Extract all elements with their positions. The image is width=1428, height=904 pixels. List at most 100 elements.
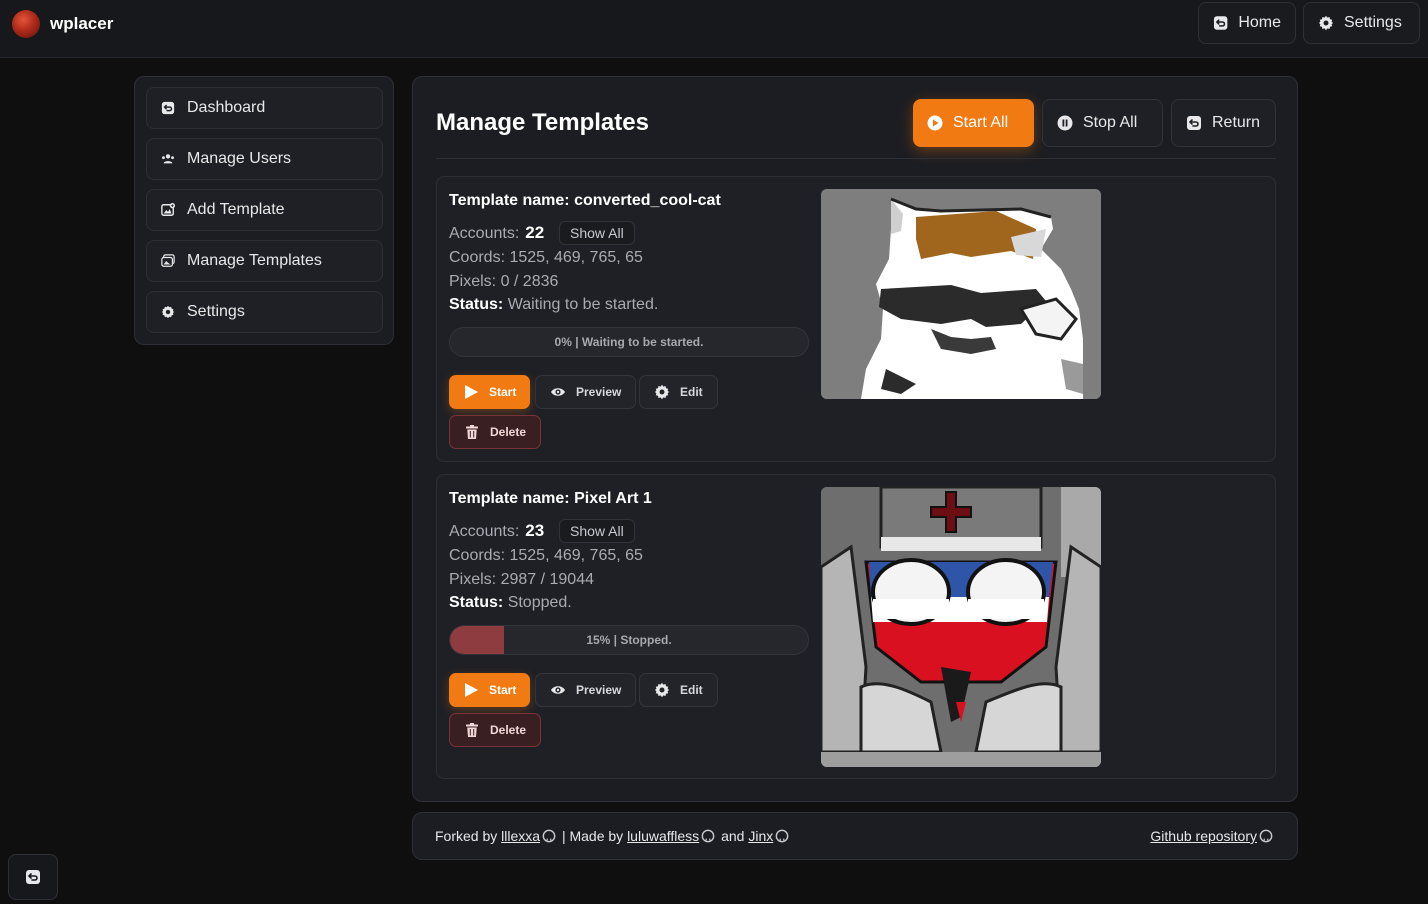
pixels-text: Pixels: 0 / 2836 xyxy=(449,273,559,290)
status-label: Status: xyxy=(449,594,504,611)
start-button[interactable]: Start xyxy=(449,673,531,707)
author1-link[interactable]: luluwaffless xyxy=(627,828,699,844)
start-label: Start xyxy=(489,683,517,697)
preview-button[interactable]: Preview xyxy=(535,375,637,409)
github-repo-link[interactable]: Github repository xyxy=(1150,828,1257,844)
gear-icon xyxy=(161,305,175,319)
delete-button[interactable]: Delete xyxy=(449,713,542,747)
main-panel: Manage Templates Start All Stop All Retu… xyxy=(412,76,1298,802)
sidebar-item-label: Add Template xyxy=(187,201,285,218)
template-name: Template name: converted_cool-cat xyxy=(449,192,721,209)
status-value: Waiting to be started. xyxy=(507,296,659,313)
play-icon xyxy=(465,385,478,399)
sidebar: Dashboard Manage Users Add Template Mana… xyxy=(134,76,394,345)
sidebar-item-label: Manage Templates xyxy=(187,252,322,269)
eye-icon xyxy=(551,388,565,396)
gear-icon xyxy=(654,682,670,698)
brand-name: wplacer xyxy=(50,14,114,33)
delete-button[interactable]: Delete xyxy=(449,415,542,449)
accounts-line: Accounts: 22 xyxy=(449,223,544,243)
credits: Forked by lllexxa | Made by luluwaffless… xyxy=(435,828,791,844)
status-value: Stopped. xyxy=(507,594,572,611)
cool-cat-image xyxy=(821,189,1101,399)
pause-circle-icon xyxy=(1057,115,1073,131)
trash-icon xyxy=(466,425,478,439)
users-icon xyxy=(162,154,174,164)
stop-all-label: Stop All xyxy=(1083,114,1138,131)
footer: Forked by lllexxa | Made by luluwaffless… xyxy=(412,812,1298,860)
start-all-label: Start All xyxy=(953,114,1009,131)
play-circle-icon xyxy=(927,115,943,131)
show-all-button[interactable]: Show All xyxy=(559,221,635,245)
preview-button[interactable]: Preview xyxy=(535,673,637,707)
preview-label: Preview xyxy=(576,385,622,399)
corner-return-button[interactable] xyxy=(8,854,58,900)
github-icon xyxy=(1259,829,1273,843)
coords-text: Coords: 1525, 469, 765, 65 xyxy=(449,249,643,266)
sidebar-item-settings[interactable]: Settings xyxy=(146,291,383,333)
delete-label: Delete xyxy=(490,723,527,737)
home-label: Home xyxy=(1238,14,1281,31)
status-line: Status: Waiting to be started. xyxy=(449,296,658,314)
edit-label: Edit xyxy=(680,683,703,697)
author2-link[interactable]: Jinx xyxy=(748,828,773,844)
dashboard-icon xyxy=(161,101,175,115)
github-icon xyxy=(775,829,789,843)
header-divider xyxy=(436,158,1276,159)
repo-link-wrap: Github repository xyxy=(1150,828,1275,844)
images-icon xyxy=(161,254,175,267)
and-text: and xyxy=(721,828,745,844)
logo-icon xyxy=(12,10,40,38)
accounts-count: 23 xyxy=(525,521,545,540)
sidebar-item-label: Settings xyxy=(187,303,245,320)
edit-button[interactable]: Edit xyxy=(639,673,718,707)
preview-label: Preview xyxy=(576,683,622,697)
accounts-label: Accounts: xyxy=(449,225,520,242)
home-button[interactable]: Home xyxy=(1198,2,1296,44)
top-bar: wplacer Home Settings xyxy=(0,0,1428,58)
progress-bar: 0% | Waiting to be started. xyxy=(449,327,809,357)
template-name: Template name: Pixel Art 1 xyxy=(449,490,652,507)
template-preview-image xyxy=(821,189,1101,399)
settings-label: Settings xyxy=(1344,14,1402,31)
coords-text: Coords: 1525, 469, 765, 65 xyxy=(449,547,643,564)
edit-button[interactable]: Edit xyxy=(639,375,718,409)
page-title: Manage Templates xyxy=(436,109,649,136)
progress-bar: 15% | Stopped. xyxy=(449,625,809,655)
github-icon xyxy=(542,829,556,843)
accounts-line: Accounts: 23 xyxy=(449,521,544,541)
sidebar-item-manage-users[interactable]: Manage Users xyxy=(146,138,383,180)
forker-link[interactable]: lllexxa xyxy=(501,828,540,844)
forked-by-text: Forked by xyxy=(435,828,498,844)
show-all-button[interactable]: Show All xyxy=(559,519,635,543)
gear-icon xyxy=(654,384,670,400)
status-line: Status: Stopped. xyxy=(449,594,572,612)
start-label: Start xyxy=(489,385,517,399)
progress-text: 15% | Stopped. xyxy=(586,633,672,647)
start-button[interactable]: Start xyxy=(449,375,531,409)
start-all-button[interactable]: Start All xyxy=(913,99,1034,147)
return-icon xyxy=(1187,116,1201,130)
edit-label: Edit xyxy=(680,385,703,399)
template-card: Template name: Pixel Art 1 Accounts: 23 S… xyxy=(436,474,1276,779)
accounts-count: 22 xyxy=(525,223,545,242)
eye-icon xyxy=(551,686,565,694)
delete-label: Delete xyxy=(490,425,527,439)
return-icon xyxy=(1213,16,1228,30)
github-icon xyxy=(701,829,715,843)
sidebar-item-label: Dashboard xyxy=(187,99,266,116)
add-image-icon xyxy=(161,203,175,216)
sidebar-item-manage-templates[interactable]: Manage Templates xyxy=(146,240,383,282)
sidebar-item-add-template[interactable]: Add Template xyxy=(146,189,383,231)
template-preview-image xyxy=(821,487,1101,767)
pixels-text: Pixels: 2987 / 19044 xyxy=(449,571,594,588)
made-by-text: | Made by xyxy=(561,828,624,844)
stop-all-button[interactable]: Stop All xyxy=(1042,99,1163,147)
return-button[interactable]: Return xyxy=(1171,99,1276,147)
trash-icon xyxy=(466,723,478,737)
play-icon xyxy=(465,683,478,697)
template-card: Template name: converted_cool-cat Accoun… xyxy=(436,176,1276,462)
status-label: Status: xyxy=(449,296,504,313)
settings-button[interactable]: Settings xyxy=(1303,2,1420,44)
sidebar-item-dashboard[interactable]: Dashboard xyxy=(146,87,383,129)
